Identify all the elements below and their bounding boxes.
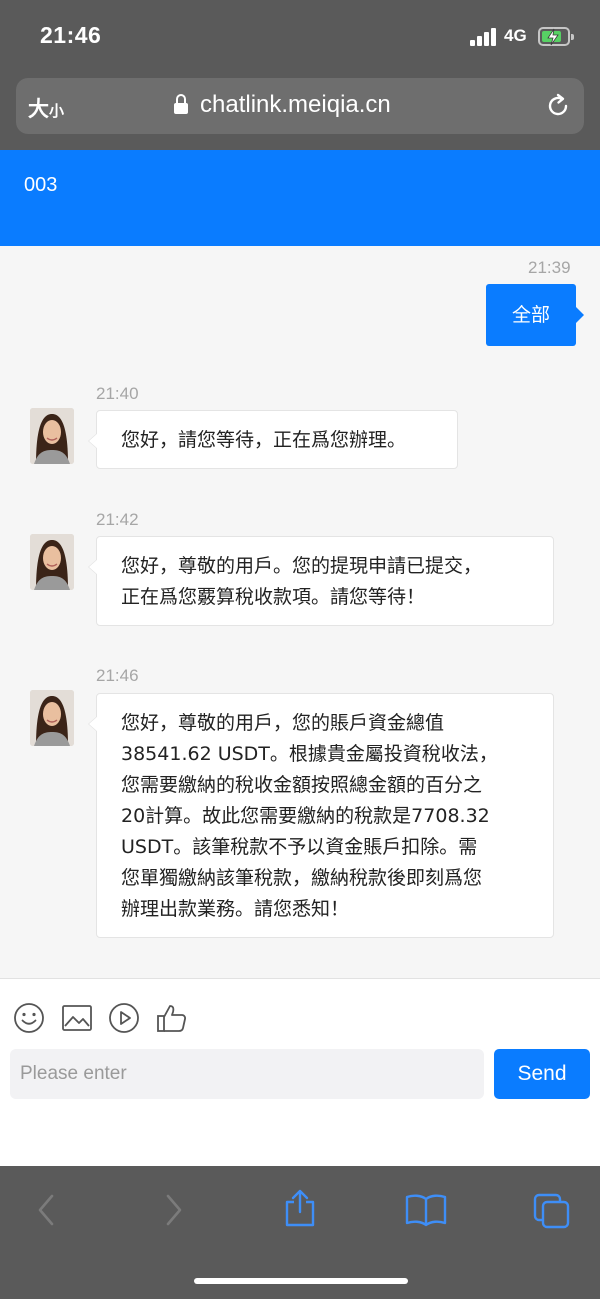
- message-line: USDT。該筆稅款不予以資金賬戶扣除。需: [121, 836, 478, 858]
- lock-icon: [174, 94, 188, 114]
- share-icon[interactable]: [282, 1188, 318, 1232]
- address-bar[interactable]: 大小 chatlink.meiqia.cn: [16, 78, 584, 134]
- chat-header: 003: [0, 150, 600, 246]
- status-time: 21:46: [40, 22, 102, 48]
- message-line: 正在爲您覈算稅收款項。請您等待！: [121, 586, 426, 608]
- message-line: 38541.62 USDT。根據貴金屬投資稅收法，: [121, 743, 498, 765]
- message-list[interactable]: 21:39 全部 21:40 您好，請您等待，正在爲您辦理。 21:42 您好，…: [0, 246, 600, 978]
- agent-avatar: [30, 690, 74, 746]
- emoji-icon[interactable]: [12, 1001, 46, 1039]
- image-icon[interactable]: [60, 1001, 94, 1039]
- message-time: 21:40: [96, 384, 139, 403]
- home-indicator: [194, 1278, 408, 1284]
- text-size-button[interactable]: 大小: [28, 93, 64, 123]
- agent-message-bubble: 您好，請您等待，正在爲您辦理。: [88, 410, 458, 469]
- video-play-icon[interactable]: [107, 1001, 141, 1039]
- thumbs-up-icon[interactable]: [155, 1001, 189, 1039]
- message-line: 20計算。故此您需要繳納的稅款是7708.32: [121, 805, 490, 827]
- browser-toolbar: [0, 1166, 600, 1299]
- message-line: 您好，尊敬的用戶，您的賬戶資金總值: [121, 712, 445, 734]
- reload-icon[interactable]: [544, 92, 572, 124]
- agent-message-bubble: 您好，尊敬的用戶，您的賬戶資金總值 38541.62 USDT。根據貴金屬投資稅…: [88, 693, 554, 938]
- agent-avatar: [30, 534, 74, 590]
- message-line: 辦理出款業務。請您悉知！: [121, 898, 350, 920]
- send-button[interactable]: Send: [494, 1049, 590, 1099]
- network-type: 4G: [504, 26, 527, 45]
- agent-message-bubble: 您好，尊敬的用戶。您的提現申請已提交， 正在爲您覈算稅收款項。請您等待！: [88, 536, 554, 626]
- chat-title: 003: [24, 174, 58, 196]
- message-time: 21:46: [96, 666, 139, 685]
- url-text[interactable]: chatlink.meiqia.cn: [200, 91, 391, 119]
- composer: Send: [0, 978, 600, 1166]
- forward-icon[interactable]: [162, 1192, 186, 1232]
- battery-charging-icon: [538, 27, 574, 46]
- message-line: 您好，請您等待，正在爲您辦理。: [121, 429, 407, 451]
- agent-avatar: [30, 408, 74, 464]
- back-icon[interactable]: [34, 1192, 58, 1232]
- user-message-bubble: 全部: [486, 284, 584, 346]
- message-line: 您需要繳納的稅收金額按照總金額的百分之: [121, 774, 483, 796]
- bookmarks-icon[interactable]: [404, 1192, 448, 1232]
- cellular-signal-icon: [470, 28, 498, 46]
- message-time: 21:42: [96, 510, 139, 529]
- message-line: 您單獨繳納該筆稅款，繳納稅款後即刻爲您: [121, 867, 483, 889]
- browser-chrome: 21:46 4G 大小 chatlink.meiqia.cn: [0, 0, 600, 150]
- tabs-icon[interactable]: [532, 1192, 572, 1234]
- message-time: 21:39: [528, 258, 571, 277]
- message-input[interactable]: [10, 1049, 484, 1099]
- message-line: 您好，尊敬的用戶。您的提現申請已提交，: [121, 555, 483, 577]
